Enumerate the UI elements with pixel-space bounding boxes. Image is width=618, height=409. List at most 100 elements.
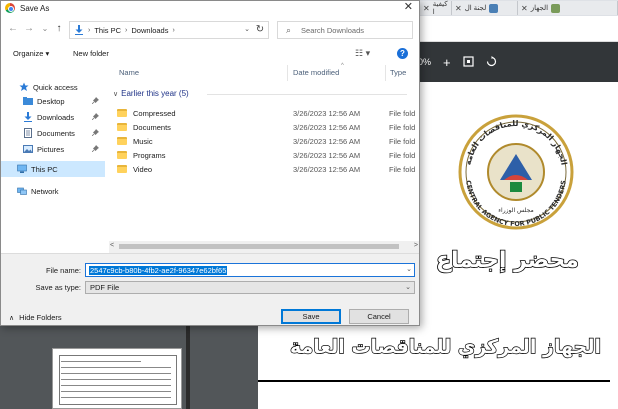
file-name: Programs bbox=[133, 150, 166, 160]
tab-close-icon[interactable]: ✕ bbox=[455, 4, 462, 13]
browser-tab[interactable]: ✕ لجنة ال bbox=[452, 1, 518, 15]
file-name-label: File name: bbox=[45, 266, 81, 275]
hide-folders-toggle[interactable]: ∧ Hide Folders bbox=[9, 313, 62, 322]
column-header-type[interactable]: Type bbox=[390, 68, 406, 77]
list-item[interactable]: Documents 3/26/2023 12:56 AM File fold bbox=[117, 120, 417, 134]
pin-icon[interactable] bbox=[91, 96, 99, 106]
recent-locations-button[interactable]: ⌄ bbox=[39, 23, 51, 35]
folder-icon bbox=[117, 151, 127, 159]
back-button[interactable]: ← bbox=[7, 23, 19, 35]
file-type: File fold bbox=[389, 136, 416, 146]
chevron-down-icon[interactable]: ⌄ bbox=[405, 282, 411, 293]
pin-icon[interactable] bbox=[91, 112, 99, 122]
nav-item-label: Documents bbox=[37, 128, 75, 138]
pin-icon[interactable] bbox=[91, 144, 99, 154]
command-bar: Organize ▾ New folder ☷ ▾ ? bbox=[1, 45, 419, 63]
up-button[interactable]: ↑ bbox=[53, 23, 65, 35]
download-icon bbox=[23, 112, 33, 122]
nav-item-desktop[interactable]: Desktop bbox=[1, 93, 105, 109]
browser-tab[interactable]: ✕ الجهاز bbox=[518, 1, 618, 15]
nav-item-pictures[interactable]: Pictures bbox=[1, 141, 105, 157]
rotate-icon[interactable] bbox=[486, 55, 497, 69]
pin-icon[interactable] bbox=[91, 128, 99, 138]
group-header[interactable]: ∨ Earlier this year (5) bbox=[113, 89, 189, 98]
file-date: 3/26/2023 12:56 AM bbox=[293, 136, 361, 146]
logo-sub-text: مجلس الوزراء bbox=[498, 207, 534, 214]
nav-item-label: Network bbox=[31, 186, 59, 196]
chevron-up-icon: ∧ bbox=[9, 314, 15, 322]
search-input[interactable]: ⌕ Search Downloads bbox=[277, 21, 413, 39]
tab-label: كيفية ا bbox=[432, 1, 448, 16]
save-type-value: PDF File bbox=[90, 283, 120, 292]
column-header-name[interactable]: Name bbox=[119, 68, 139, 77]
tab-label: الجهاز bbox=[530, 5, 549, 12]
breadcrumb-downloads[interactable]: Downloads bbox=[131, 26, 168, 35]
browser-tab[interactable]: ✕ كيفية ا bbox=[420, 1, 452, 16]
tab-favicon-icon bbox=[489, 3, 499, 13]
refresh-button[interactable]: ↻ bbox=[253, 23, 267, 37]
file-date: 3/26/2023 12:56 AM bbox=[293, 150, 361, 160]
dialog-titlebar: Save As ✕ bbox=[1, 1, 419, 15]
save-type-label: Save as type: bbox=[35, 283, 81, 292]
nav-item-label: Desktop bbox=[37, 96, 65, 106]
tab-close-icon[interactable]: ✕ bbox=[521, 4, 528, 13]
page-thumbnail[interactable] bbox=[52, 348, 182, 409]
chevron-down-icon[interactable]: ⌄ bbox=[406, 265, 412, 273]
nav-item-this-pc[interactable]: This PC bbox=[1, 161, 105, 177]
scroll-right-icon[interactable]: > bbox=[414, 242, 418, 249]
list-item[interactable]: Compressed 3/26/2023 12:56 AM File fold bbox=[117, 106, 417, 120]
horizontal-scrollbar[interactable]: < > bbox=[109, 241, 419, 253]
cancel-button[interactable]: Cancel bbox=[349, 309, 409, 324]
help-button[interactable]: ? bbox=[397, 48, 408, 59]
list-item[interactable]: Programs 3/26/2023 12:56 AM File fold bbox=[117, 148, 417, 162]
fit-page-icon[interactable] bbox=[463, 55, 474, 69]
file-type: File fold bbox=[389, 108, 416, 118]
file-name: Video bbox=[133, 164, 153, 174]
address-dropdown-icon[interactable]: ⌄ bbox=[244, 25, 250, 33]
column-header-date[interactable]: Date modified bbox=[293, 68, 339, 77]
document-heading: محضر إجتماع bbox=[435, 247, 580, 274]
save-type-select[interactable]: PDF File ⌄ bbox=[85, 281, 415, 294]
forward-button[interactable]: → bbox=[23, 23, 35, 35]
scrollbar-thumb[interactable] bbox=[119, 244, 399, 249]
nav-item-label: This PC bbox=[31, 164, 58, 174]
nav-item-network[interactable]: Network bbox=[1, 183, 105, 199]
documents-icon bbox=[23, 128, 33, 138]
folder-icon bbox=[117, 123, 127, 131]
network-icon bbox=[17, 186, 27, 196]
file-name: Music bbox=[133, 136, 153, 146]
sidebar-scrollbar[interactable] bbox=[186, 325, 190, 409]
hide-folders-label: Hide Folders bbox=[19, 313, 62, 322]
sort-indicator-icon: ^ bbox=[341, 63, 344, 69]
star-icon bbox=[19, 82, 29, 92]
heading-underline bbox=[258, 380, 610, 382]
breadcrumb-this-pc[interactable]: This PC bbox=[94, 26, 121, 35]
computer-icon bbox=[17, 164, 27, 174]
file-type: File fold bbox=[389, 164, 416, 174]
navigation-pane: Quick access Desktop Downloads Documents… bbox=[1, 63, 109, 253]
organize-button[interactable]: Organize ▾ bbox=[13, 49, 49, 58]
nav-item-downloads[interactable]: Downloads bbox=[1, 109, 105, 125]
file-name-field[interactable]: 2547c9cb-b80b-4fb2-ae2f-96347e62bf65 ⌄ bbox=[85, 263, 415, 277]
address-bar[interactable]: › This PC › Downloads › ⌄ bbox=[69, 21, 269, 39]
tab-close-icon[interactable]: ✕ bbox=[423, 4, 430, 13]
list-item[interactable]: Video 3/26/2023 12:56 AM File fold bbox=[117, 162, 417, 176]
file-list: Name ^ Date modified Type ∨ Earlier this… bbox=[109, 63, 419, 253]
nav-item-documents[interactable]: Documents bbox=[1, 125, 105, 141]
new-folder-button[interactable]: New folder bbox=[73, 49, 109, 58]
nav-item-label: Quick access bbox=[33, 82, 78, 92]
search-placeholder: Search Downloads bbox=[301, 25, 364, 35]
save-button[interactable]: Save bbox=[281, 309, 341, 324]
list-item[interactable]: Music 3/26/2023 12:56 AM File fold bbox=[117, 134, 417, 148]
file-date: 3/26/2023 12:56 AM bbox=[293, 122, 361, 132]
close-icon[interactable]: ✕ bbox=[404, 1, 413, 14]
scroll-left-icon[interactable]: < bbox=[110, 242, 114, 249]
view-options-button[interactable]: ☷ ▾ bbox=[355, 48, 370, 59]
nav-item-label: Pictures bbox=[37, 144, 65, 154]
zoom-in-button[interactable]: + bbox=[443, 56, 451, 69]
folder-icon bbox=[117, 137, 127, 145]
chrome-icon bbox=[5, 3, 15, 13]
file-date: 3/26/2023 12:56 AM bbox=[293, 108, 361, 118]
browser-address-bar[interactable] bbox=[410, 16, 618, 42]
save-options-panel: File name: 2547c9cb-b80b-4fb2-ae2f-96347… bbox=[1, 253, 419, 325]
